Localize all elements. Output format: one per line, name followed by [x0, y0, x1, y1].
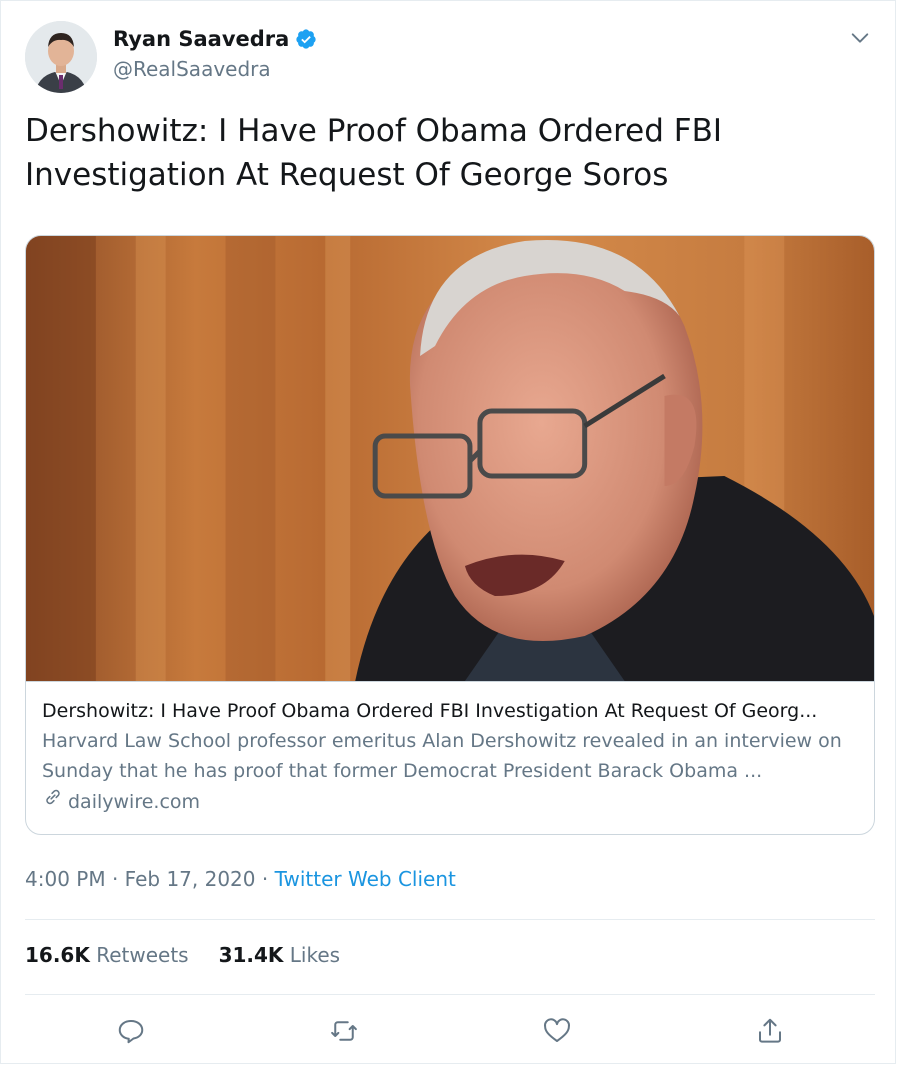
card-description: Harvard Law School professor emeritus Al…: [42, 730, 842, 782]
tweet-source-link[interactable]: Twitter Web Client: [275, 867, 456, 891]
card-domain[interactable]: dailywire.com: [42, 786, 858, 817]
verified-badge-icon: [295, 28, 317, 50]
divider: [25, 994, 875, 995]
tweet-text: Dershowitz: I Have Proof Obama Ordered F…: [25, 113, 723, 193]
retweets-label: Retweets: [96, 943, 189, 967]
likes-stat[interactable]: 31.4K Likes: [219, 943, 341, 967]
likes-count: 31.4K: [218, 943, 284, 967]
tweet-time[interactable]: 4:00 PM: [25, 867, 106, 891]
author-handle[interactable]: @RealSaavedra: [113, 57, 271, 81]
likes-label: Likes: [289, 943, 341, 967]
link-preview-card[interactable]: Dershowitz: I Have Proof Obama Ordered F…: [25, 235, 875, 835]
meta-separator: ·: [111, 867, 119, 891]
retweets-count: 16.6K: [25, 943, 90, 967]
retweets-stat[interactable]: 16.6K Retweets: [25, 943, 189, 967]
share-icon[interactable]: [748, 1009, 792, 1053]
tweet-stats: 16.6K Retweets 31.4K Likes: [25, 943, 340, 967]
author-name-text[interactable]: Ryan Saavedra: [113, 27, 289, 51]
link-icon: [42, 786, 64, 817]
card-image[interactable]: [26, 236, 874, 682]
reply-icon[interactable]: [109, 1009, 153, 1053]
chevron-down-icon[interactable]: [849, 27, 871, 49]
tweet-meta: 4:00 PM · Feb 17, 2020 · Twitter Web Cli…: [25, 867, 456, 891]
card-title[interactable]: Dershowitz: I Have Proof Obama Ordered F…: [42, 696, 858, 726]
tweet: Ryan Saavedra @RealSaavedra Dershowitz: …: [0, 0, 896, 1064]
card-domain-text[interactable]: dailywire.com: [68, 787, 200, 817]
meta-separator: ·: [261, 867, 269, 891]
author-name[interactable]: Ryan Saavedra: [113, 27, 317, 51]
divider: [25, 919, 875, 920]
avatar[interactable]: [25, 21, 97, 93]
heart-icon[interactable]: [535, 1009, 579, 1053]
tweet-date[interactable]: Feb 17, 2020: [125, 867, 256, 891]
retweet-icon[interactable]: [322, 1009, 366, 1053]
